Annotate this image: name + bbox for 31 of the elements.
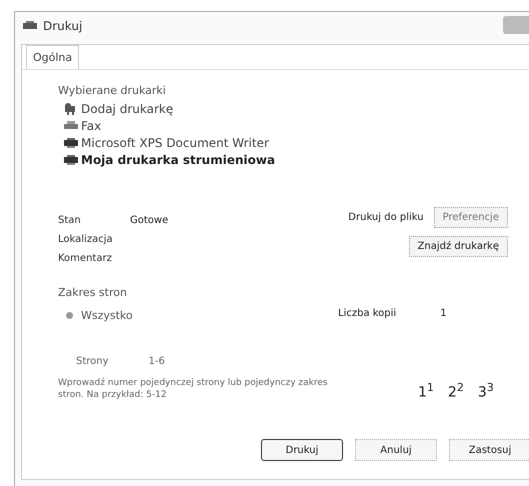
printer-item[interactable]: Fax (64, 119, 529, 133)
printer-add-icon (64, 103, 78, 115)
fax-icon (64, 121, 78, 131)
field-label: Stan (58, 215, 82, 226)
printer-icon (64, 138, 78, 148)
printer-item[interactable]: Microsoft XPS Document Writer (64, 136, 529, 150)
preferences-button[interactable]: Preferencje (434, 207, 508, 228)
field-label: Lokalizacja (58, 234, 114, 245)
window-title: Drukuj (43, 19, 82, 33)
dialog-button[interactable]: Drukuj (261, 439, 343, 462)
tab[interactable]: Ogólna (26, 45, 80, 69)
dialog-button[interactable]: Zastosuj (449, 439, 529, 462)
print-to-file-label[interactable]: Drukuj do pliku (348, 212, 424, 223)
printer-icon (64, 155, 78, 165)
field-value: 1-6 (148, 356, 165, 367)
field-label: Komentarz (58, 253, 113, 264)
printer-item[interactable]: Dodaj drukarkę (64, 102, 529, 116)
dialog-button[interactable]: Anuluj (355, 439, 437, 462)
find-printer-button[interactable]: Znajdź drukarkę (408, 236, 508, 257)
section-label: Zakres stron (58, 286, 128, 299)
field-value: Gotowe (130, 215, 168, 226)
collate-drawing: 1$^{1}$ 2$^{2}$ 3$^{3}$ (418, 381, 495, 401)
field-label: Liczba kopii (338, 308, 396, 319)
hint-text: Wprowadź numer pojedynczej strony lub pojedynczy zakres stron. Na przykład: 5-12 (58, 377, 328, 402)
printer-icon (23, 21, 37, 31)
field-label: Strony (76, 356, 109, 367)
close-button[interactable] (503, 16, 529, 34)
field-value: 1 (440, 308, 447, 319)
radio-option[interactable]: Wszystko (66, 309, 133, 322)
section-label: Wybierane drukarki (58, 84, 167, 97)
printer-item[interactable]: Moja drukarka strumieniowa (64, 153, 529, 167)
